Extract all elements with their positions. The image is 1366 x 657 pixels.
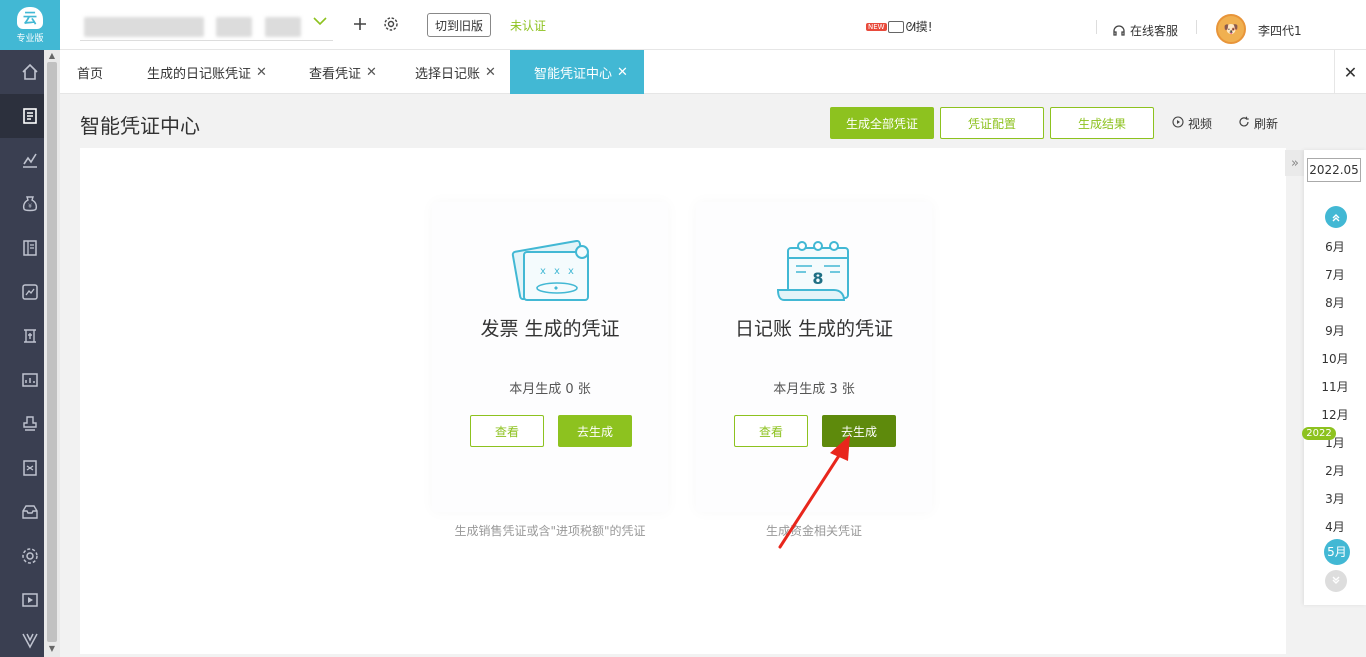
month-item[interactable]: 11月 bbox=[1304, 378, 1366, 395]
year-tag: 2022 bbox=[1302, 427, 1336, 440]
close-icon[interactable]: ✕ bbox=[256, 65, 267, 80]
edition-label: 专业版 bbox=[16, 33, 44, 44]
tab-label: 选择日记账 bbox=[415, 66, 481, 82]
calendar-journal-icon: 8 bbox=[776, 241, 849, 301]
left-rail: 云 专业版 ¥ ▲ ▼ bbox=[0, 0, 60, 657]
divider bbox=[1196, 20, 1197, 34]
tab-smart-voucher-center[interactable]: 智能凭证中心 ✕ bbox=[510, 50, 644, 94]
month-item[interactable]: 10月 bbox=[1304, 350, 1366, 367]
collapse-sidebar-icon[interactable]: » bbox=[1285, 150, 1305, 176]
tab-label: 查看凭证 bbox=[309, 66, 362, 82]
month-item[interactable]: 12月 bbox=[1304, 406, 1366, 423]
close-icon[interactable]: ✕ bbox=[366, 65, 377, 80]
tab-home[interactable]: 首页 bbox=[77, 50, 103, 94]
month-item[interactable]: 3月 bbox=[1304, 490, 1366, 507]
tab-label: 首页 bbox=[77, 66, 104, 82]
current-period[interactable]: 2022.05 bbox=[1307, 158, 1361, 182]
refresh-label: 刷新 bbox=[1254, 117, 1279, 131]
switch-old-version-button[interactable]: 切到旧版 bbox=[427, 13, 491, 37]
scroll-up-icon[interactable] bbox=[1325, 206, 1347, 228]
close-icon[interactable]: ✕ bbox=[617, 65, 628, 80]
news-notice[interactable]: NEW ᘛ摸! bbox=[866, 18, 933, 35]
scroll-up-arrow-icon[interactable]: ▲ bbox=[48, 52, 56, 60]
svg-text:x: x bbox=[568, 266, 574, 277]
svg-text:x: x bbox=[554, 266, 560, 277]
gear-icon[interactable] bbox=[381, 14, 401, 34]
new-badge: NEW bbox=[866, 22, 887, 31]
company-name-blurred-2 bbox=[216, 17, 252, 37]
tab-bar: 首页 生成的日记账凭证 ✕ 查看凭证 ✕ 选择日记账 ✕ 智能凭证中心 ✕ ✕ bbox=[60, 50, 1366, 94]
month-item[interactable]: 9月 bbox=[1304, 322, 1366, 339]
refresh-icon bbox=[1238, 116, 1250, 132]
close-all-tabs-icon[interactable]: ✕ bbox=[1334, 50, 1366, 94]
card-description: 生成销售凭证或含"进项税额"的凭证 bbox=[454, 524, 646, 538]
card-title: 发票 生成的凭证 bbox=[480, 318, 620, 340]
avatar[interactable]: 🐶 bbox=[1216, 14, 1246, 44]
card-count: 本月生成 0 张 bbox=[509, 382, 591, 397]
rail-scrollbar[interactable]: ▲ ▼ bbox=[44, 50, 60, 657]
tab-label: 生成的日记账凭证 bbox=[147, 66, 252, 82]
scroll-down-arrow-icon[interactable]: ▼ bbox=[48, 645, 56, 653]
svg-text:8: 8 bbox=[812, 269, 823, 288]
month-item-active[interactable]: 5月 bbox=[1324, 539, 1350, 565]
company-name-blurred[interactable] bbox=[84, 17, 204, 37]
tab-generated-journal-vouchers[interactable]: 生成的日记账凭证 ✕ bbox=[147, 50, 267, 94]
customer-service-link[interactable]: 在线客服 bbox=[1112, 22, 1178, 39]
invoice-voucher-card: x x x 发票 生成的凭证 本月生成 0 张 查看 去生成 bbox=[432, 202, 668, 512]
play-circle-icon bbox=[1172, 115, 1184, 132]
headset-icon bbox=[1113, 24, 1125, 36]
scrollbar-thumb[interactable] bbox=[47, 62, 57, 642]
card-title: 日记账 生成的凭证 bbox=[734, 318, 894, 340]
view-button[interactable]: 查看 bbox=[470, 415, 544, 447]
invoice-ticket-icon: x x x bbox=[511, 240, 589, 301]
generation-results-button[interactable]: 生成结果 bbox=[1050, 107, 1154, 139]
cloud-logo-icon: 云 bbox=[17, 6, 43, 29]
tv-icon bbox=[887, 20, 904, 33]
chevron-down-icon[interactable] bbox=[313, 14, 327, 30]
card-count: 本月生成 3 张 bbox=[773, 382, 855, 397]
company-selector-underline bbox=[80, 40, 333, 41]
username[interactable]: 李四代1 bbox=[1258, 22, 1302, 39]
content-panel: x x x 发票 生成的凭证 本月生成 0 张 查看 去生成 生成销售凭证或含"… bbox=[80, 148, 1286, 654]
svg-text:¥: ¥ bbox=[28, 203, 32, 210]
close-icon[interactable]: ✕ bbox=[485, 65, 496, 80]
news-text: ᘛ摸! bbox=[905, 20, 933, 34]
company-name-blurred-3 bbox=[265, 17, 301, 37]
month-item[interactable]: 7月 bbox=[1304, 266, 1366, 283]
divider bbox=[1096, 20, 1097, 34]
plus-icon[interactable] bbox=[350, 14, 370, 34]
voucher-config-button[interactable]: 凭证配置 bbox=[940, 107, 1044, 139]
svg-text:x: x bbox=[540, 266, 546, 277]
scroll-down-icon[interactable] bbox=[1325, 570, 1347, 592]
month-item[interactable]: 2月 bbox=[1304, 462, 1366, 479]
generate-all-vouchers-button[interactable]: 生成全部凭证 bbox=[830, 107, 934, 139]
annotation-arrow bbox=[778, 435, 850, 549]
refresh-link[interactable]: 刷新 bbox=[1238, 115, 1278, 132]
customer-service-label: 在线客服 bbox=[1130, 24, 1179, 38]
tab-label: 智能凭证中心 bbox=[534, 66, 613, 82]
app-logo[interactable]: 云 专业版 bbox=[0, 0, 60, 50]
month-item[interactable]: 4月 bbox=[1304, 518, 1366, 535]
month-item[interactable]: 8月 bbox=[1304, 294, 1366, 311]
period-sidebar: 2022.05 6月 7月 8月 9月 10月 11月 12月 1月 2月 3月… bbox=[1304, 150, 1366, 605]
go-generate-button[interactable]: 去生成 bbox=[558, 415, 632, 447]
verification-status[interactable]: 未认证 bbox=[510, 17, 546, 34]
page-title: 智能凭证中心 bbox=[80, 114, 200, 138]
top-bar: 切到旧版 未认证 NEW ᘛ摸! 在线客服 🐶 李四代1 bbox=[60, 0, 1366, 50]
month-item[interactable]: 6月 bbox=[1304, 238, 1366, 255]
tab-view-vouchers[interactable]: 查看凭证 ✕ bbox=[309, 50, 377, 94]
tab-select-journal[interactable]: 选择日记账 ✕ bbox=[415, 50, 496, 94]
video-label: 视频 bbox=[1188, 117, 1213, 131]
video-link[interactable]: 视频 bbox=[1172, 115, 1212, 132]
